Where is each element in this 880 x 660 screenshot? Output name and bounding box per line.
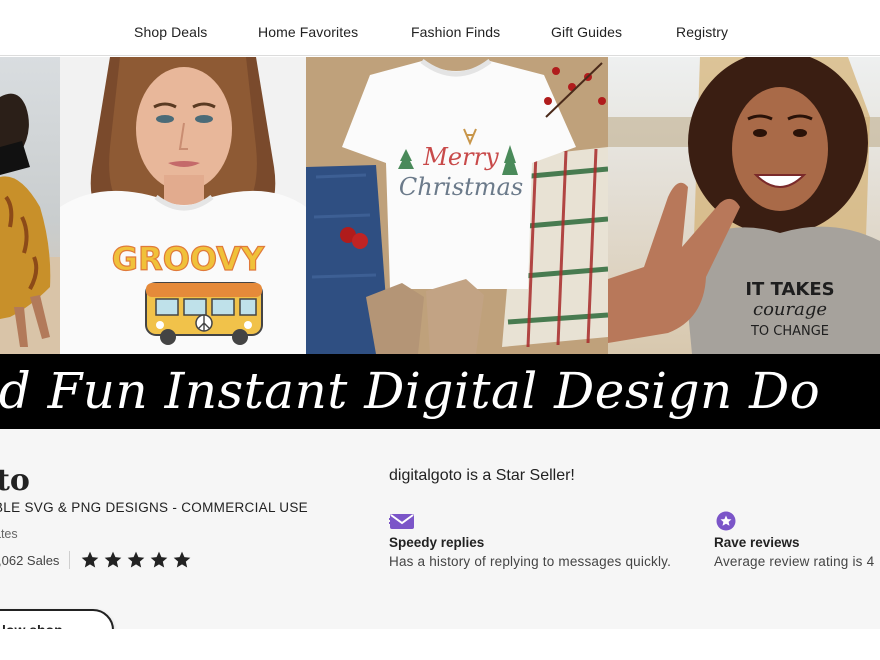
sales-count[interactable]: ,062 Sales (0, 553, 59, 568)
banner-photo-groovy-shirt: GROOVY (60, 57, 306, 354)
shop-info-panel: to BLE SVG & PNG DESIGNS - COMMERCIAL US… (0, 429, 880, 651)
feature-speedy-replies: Speedy replies Has a history of replying… (389, 511, 671, 569)
page-bottom-spacer (0, 629, 880, 660)
groovy-text: GROOVY (112, 240, 265, 278)
shop-name: to (0, 463, 30, 498)
courage-line-1: IT TAKES (745, 279, 834, 300)
star-icon (82, 551, 99, 568)
star-icon (105, 551, 122, 568)
envelope-icon (389, 514, 414, 529)
banner-tagline-strip: nd Fun Instant Digital Design Do (0, 354, 880, 429)
category-nav: Shop Deals Home Favorites Fashion Finds … (0, 0, 880, 56)
nav-gift-guides[interactable]: Gift Guides (551, 24, 622, 40)
star-icon (151, 551, 168, 568)
star-badge-icon (716, 511, 736, 531)
merry-text: Merry (422, 143, 499, 171)
rating-stars[interactable] (80, 550, 192, 570)
feature-title: Rave reviews (714, 535, 800, 550)
nav-fashion-finds[interactable]: Fashion Finds (411, 24, 500, 40)
banner-tagline: nd Fun Instant Digital Design Do (0, 362, 821, 420)
banner-photo-courage-shirt: IT TAKES courage TO CHANGE (608, 57, 880, 354)
shop-location: ates (0, 527, 18, 541)
christmas-text: Christmas (399, 173, 523, 201)
star-icon (174, 551, 191, 568)
courage-line-2: courage (753, 299, 827, 320)
divider (69, 551, 71, 569)
feature-description: Average review rating is 4 (714, 554, 875, 569)
shop-subtitle: BLE SVG & PNG DESIGNS - COMMERCIAL USE (0, 500, 308, 515)
etsy-shop-page: Shop Deals Home Favorites Fashion Finds … (0, 0, 880, 660)
shop-banner: GROOVY Merry Christmas IT TAKES courage … (0, 57, 880, 429)
feature-description: Has a history of replying to messages qu… (389, 554, 672, 569)
nav-shop-deals[interactable]: Shop Deals (134, 24, 207, 40)
banner-photo-christmas-flatlay: Merry Christmas (306, 57, 608, 354)
star-icon (128, 551, 145, 568)
feature-title: Speedy replies (389, 535, 485, 550)
nav-home-favorites[interactable]: Home Favorites (258, 24, 358, 40)
courage-line-3: TO CHANGE (750, 324, 829, 339)
sales-rating-row: ,062 Sales (0, 549, 192, 571)
banner-photo-dancer (0, 57, 60, 354)
nav-registry[interactable]: Registry (676, 24, 728, 40)
feature-rave-reviews: Rave reviews Average review rating is 4 (714, 511, 874, 569)
star-seller-heading: digitalgoto is a Star Seller! (389, 467, 575, 484)
